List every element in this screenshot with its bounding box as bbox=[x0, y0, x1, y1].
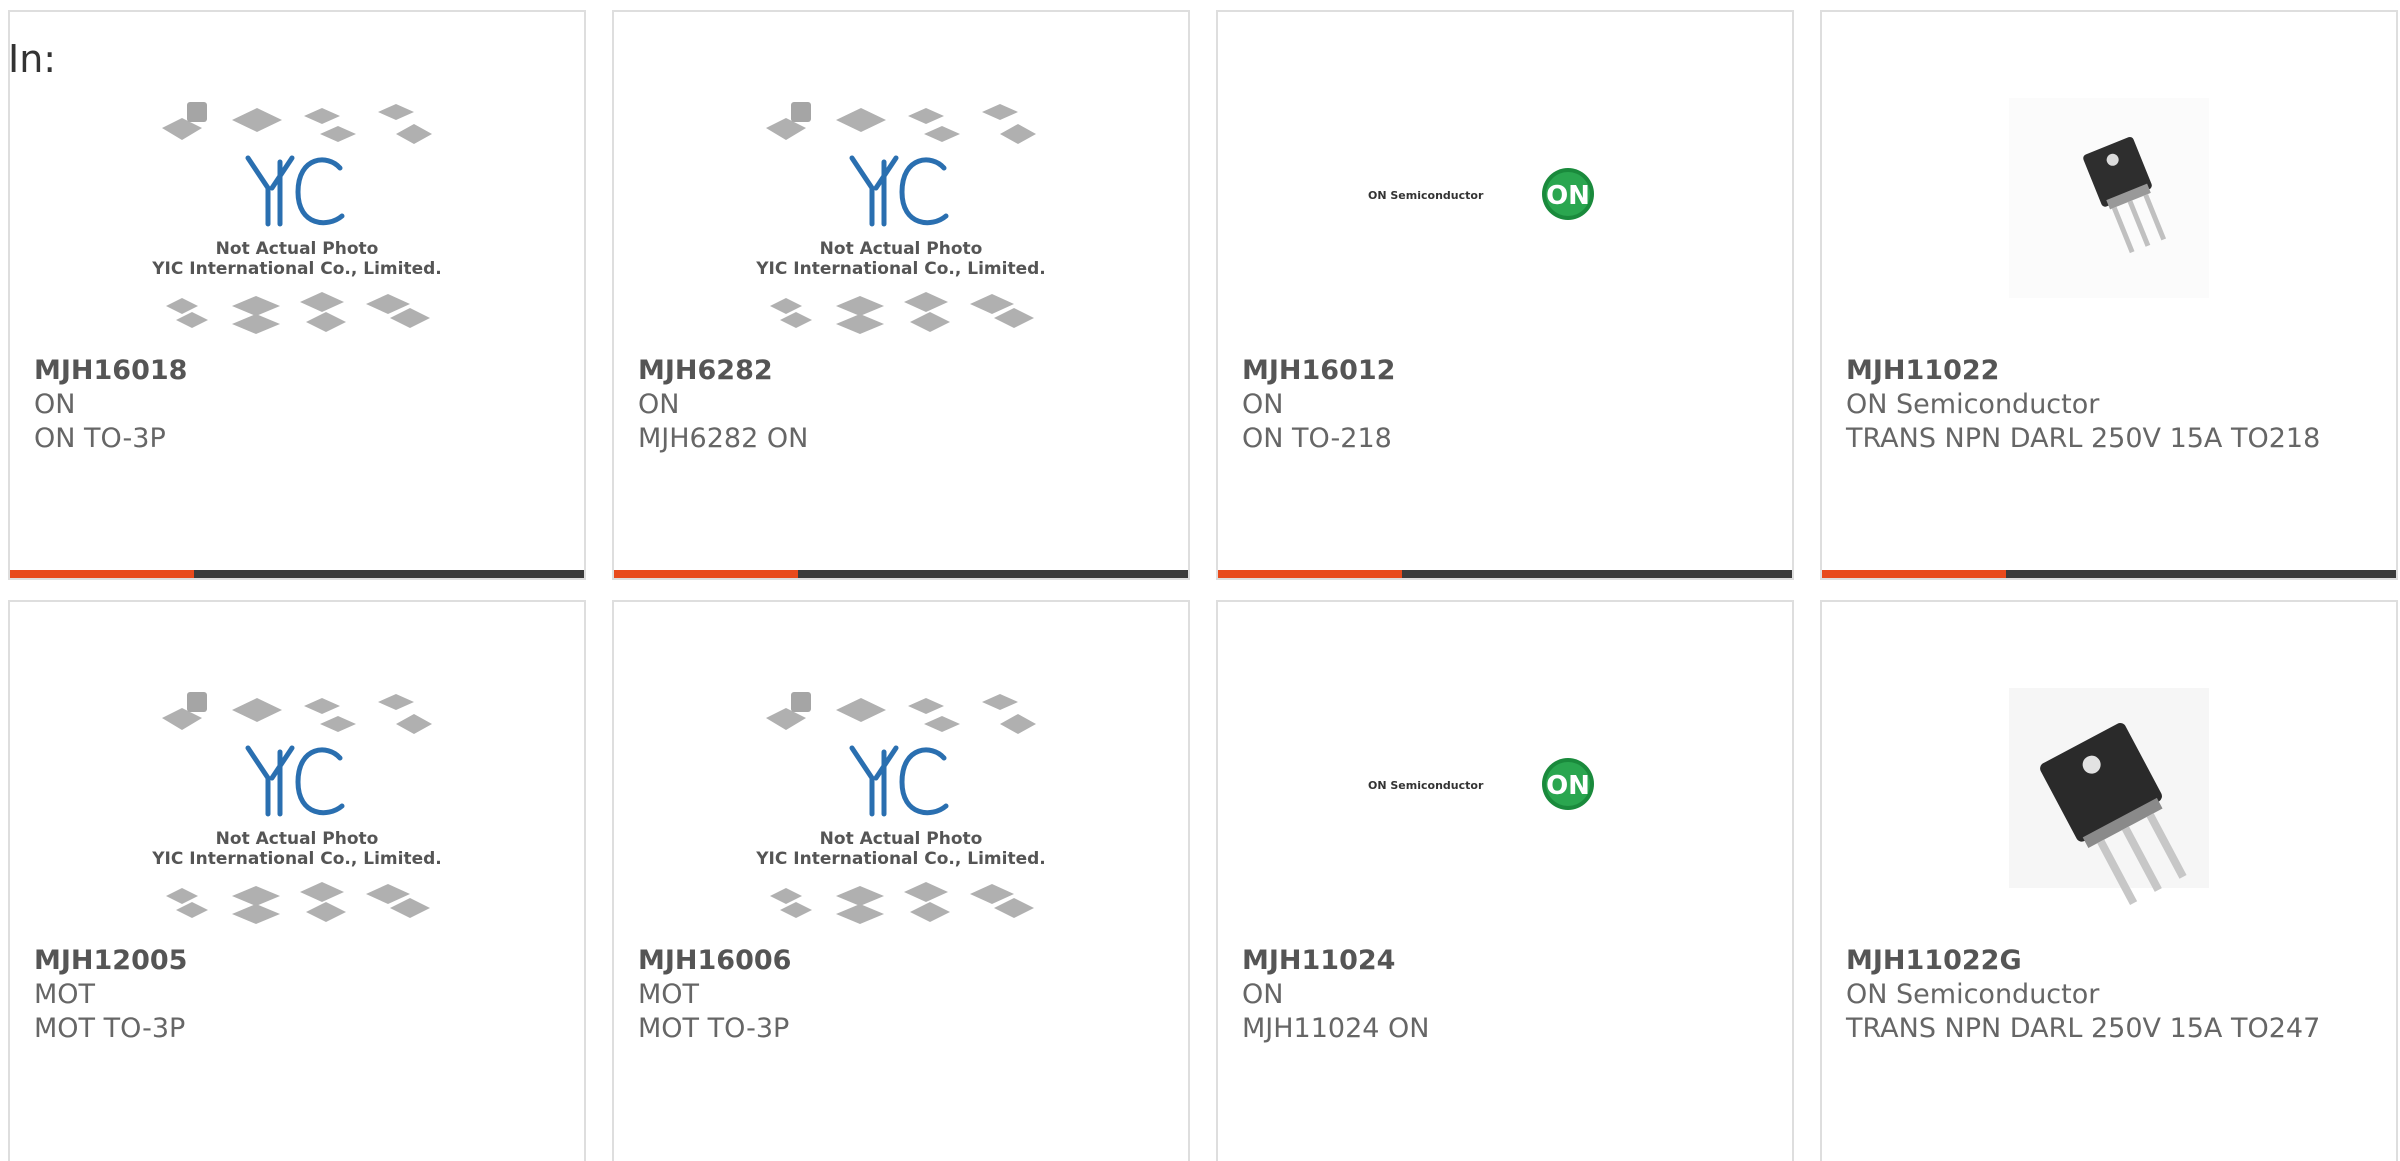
product-card[interactable]: Not Actual Photo YIC International Co., … bbox=[612, 10, 1190, 580]
product-card[interactable]: Not Actual Photo YIC International Co., … bbox=[8, 10, 586, 580]
product-card[interactable]: MJH11022G ON Semiconductor TRANS NPN DAR… bbox=[1820, 600, 2398, 1161]
description: ON TO-218 bbox=[1242, 423, 1392, 454]
card-footer-bar bbox=[1218, 570, 1792, 578]
part-number-link[interactable]: MJH16018 bbox=[34, 354, 554, 388]
product-info: MJH16006 MOT MOT TO-3P bbox=[638, 944, 1158, 1046]
part-number-link[interactable]: MJH16012 bbox=[1242, 354, 1762, 388]
svg-text:ON Semiconductor: ON Semiconductor bbox=[1368, 779, 1484, 792]
product-info: MJH16018 ON ON TO-3P bbox=[34, 354, 554, 456]
manufacturer: ON Semiconductor bbox=[1846, 979, 2100, 1010]
product-grid-page: In: Not Actual Photo YIC International C… bbox=[0, 0, 2400, 1161]
description: MJH6282 ON bbox=[638, 423, 809, 454]
placeholder-image-icon: Not Actual Photo YIC International Co., … bbox=[756, 692, 1046, 924]
part-number-link[interactable]: MJH11022G bbox=[1846, 944, 2366, 978]
product-image[interactable]: Not Actual Photo YIC International Co., … bbox=[614, 688, 1188, 944]
manufacturer: ON Semiconductor bbox=[1846, 389, 2100, 420]
card-footer-bar bbox=[10, 570, 584, 578]
svg-text:Not Actual Photo: Not Actual Photo bbox=[820, 829, 983, 849]
description: TRANS NPN DARL 250V 15A TO218 bbox=[1846, 423, 2321, 454]
description: MOT TO-3P bbox=[638, 1013, 790, 1044]
product-image[interactable]: Not Actual Photo YIC International Co., … bbox=[10, 98, 584, 354]
svg-text:YIC International Co., Limited: YIC International Co., Limited. bbox=[756, 259, 1046, 279]
product-info: MJH11022 ON Semiconductor TRANS NPN DARL… bbox=[1846, 354, 2366, 456]
manufacturer: MOT bbox=[638, 979, 700, 1010]
product-image[interactable] bbox=[1822, 98, 2396, 354]
product-card[interactable]: ON Semiconductor ON MJH16012 ON ON TO-21… bbox=[1216, 10, 1794, 580]
product-image[interactable]: Not Actual Photo YIC International Co., … bbox=[10, 688, 584, 944]
product-image[interactable]: ON Semiconductor ON bbox=[1218, 688, 1792, 944]
filter-label: In: bbox=[8, 37, 57, 81]
manufacturer: MOT bbox=[34, 979, 96, 1010]
card-footer-bar bbox=[614, 570, 1188, 578]
product-image[interactable] bbox=[1822, 688, 2396, 944]
product-info: MJH16012 ON ON TO-218 bbox=[1242, 354, 1762, 456]
part-number-link[interactable]: MJH11022 bbox=[1846, 354, 2366, 388]
placeholder-image-icon: Not Actual Photo YIC International Co., … bbox=[152, 692, 442, 924]
product-image[interactable]: Not Actual Photo YIC International Co., … bbox=[614, 98, 1188, 354]
part-number-link[interactable]: MJH12005 bbox=[34, 944, 554, 978]
svg-text:YIC International Co., Limited: YIC International Co., Limited. bbox=[756, 849, 1046, 869]
manufacturer: ON bbox=[1242, 979, 1284, 1010]
svg-text:ON Semiconductor: ON Semiconductor bbox=[1368, 189, 1484, 202]
product-card[interactable]: Not Actual Photo YIC International Co., … bbox=[612, 600, 1190, 1161]
transistor-photo-icon bbox=[2009, 688, 2209, 906]
on-semiconductor-logo-icon: ON Semiconductor ON bbox=[1368, 168, 1594, 220]
svg-text:YIC International Co., Limited: YIC International Co., Limited. bbox=[152, 259, 442, 279]
card-footer-accent bbox=[1218, 570, 1402, 578]
description: TRANS NPN DARL 250V 15A TO247 bbox=[1846, 1013, 2321, 1044]
product-info: MJH6282 ON MJH6282 ON bbox=[638, 354, 1158, 456]
product-card[interactable]: ON Semiconductor ON MJH11024 ON MJH11024… bbox=[1216, 600, 1794, 1161]
manufacturer: ON bbox=[34, 389, 76, 420]
card-footer-bar bbox=[1822, 570, 2396, 578]
part-number-link[interactable]: MJH6282 bbox=[638, 354, 1158, 388]
description: ON TO-3P bbox=[34, 423, 166, 454]
svg-text:YIC International Co., Limited: YIC International Co., Limited. bbox=[152, 849, 442, 869]
product-info: MJH11024 ON MJH11024 ON bbox=[1242, 944, 1762, 1046]
product-image[interactable]: ON Semiconductor ON bbox=[1218, 98, 1792, 354]
card-footer-accent bbox=[10, 570, 194, 578]
placeholder-image-icon: Not Actual Photo YIC International Co., … bbox=[756, 102, 1046, 334]
manufacturer: ON bbox=[638, 389, 680, 420]
manufacturer: ON bbox=[1242, 389, 1284, 420]
svg-text:Not Actual Photo: Not Actual Photo bbox=[820, 239, 983, 259]
description: MOT TO-3P bbox=[34, 1013, 186, 1044]
svg-text:Not Actual Photo: Not Actual Photo bbox=[216, 829, 379, 849]
card-footer-accent bbox=[614, 570, 798, 578]
placeholder-image-icon: Not Actual Photo YIC International Co., … bbox=[152, 102, 442, 334]
svg-text:ON: ON bbox=[1546, 771, 1590, 801]
part-number-link[interactable]: MJH16006 bbox=[638, 944, 1158, 978]
product-card[interactable]: Not Actual Photo YIC International Co., … bbox=[8, 600, 586, 1161]
transistor-photo-icon bbox=[2009, 98, 2209, 298]
card-footer-accent bbox=[1822, 570, 2006, 578]
svg-text:Not Actual Photo: Not Actual Photo bbox=[216, 239, 379, 259]
part-number-link[interactable]: MJH11024 bbox=[1242, 944, 1762, 978]
product-info: MJH11022G ON Semiconductor TRANS NPN DAR… bbox=[1846, 944, 2366, 1046]
on-semiconductor-logo-icon: ON Semiconductor ON bbox=[1368, 758, 1594, 810]
description: MJH11024 ON bbox=[1242, 1013, 1430, 1044]
svg-text:ON: ON bbox=[1546, 181, 1590, 211]
product-info: MJH12005 MOT MOT TO-3P bbox=[34, 944, 554, 1046]
product-card[interactable]: MJH11022 ON Semiconductor TRANS NPN DARL… bbox=[1820, 10, 2398, 580]
